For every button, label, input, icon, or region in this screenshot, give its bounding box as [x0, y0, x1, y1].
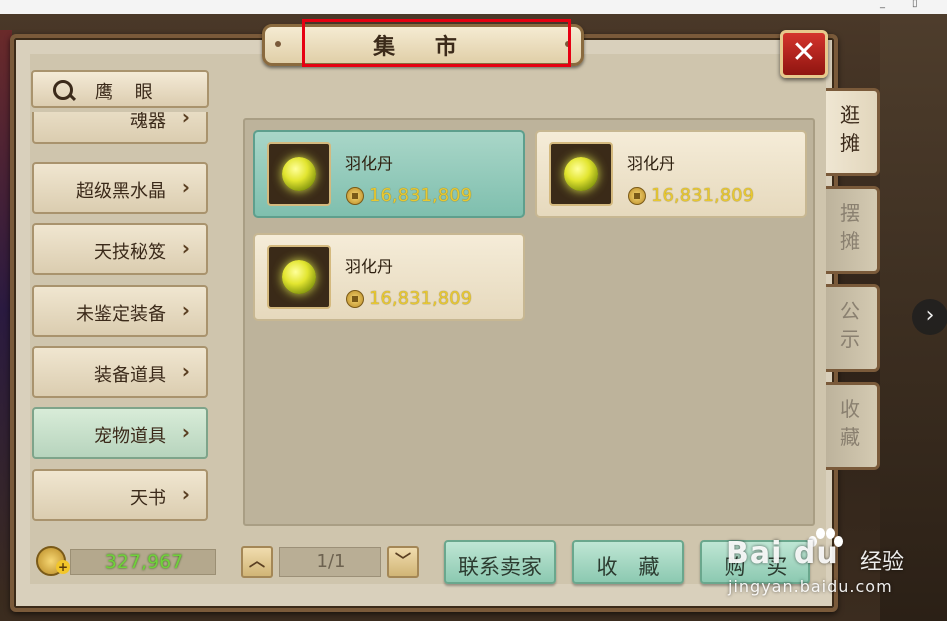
minimize-icon[interactable]: _	[880, 0, 885, 9]
item-name: 羽化丹	[627, 154, 676, 173]
page-text: 1/1	[316, 551, 346, 572]
coin-icon	[346, 290, 364, 308]
item-card[interactable]: 羽化丹 16,831,809	[253, 130, 525, 218]
item-name: 羽化丹	[345, 257, 394, 276]
item-name: 羽化丹	[345, 154, 394, 173]
tab-label: 收藏	[840, 397, 860, 449]
close-button[interactable]: ✕	[780, 30, 828, 78]
category-label: 魂器	[130, 112, 166, 132]
title-highlight-box	[302, 19, 571, 67]
yuhua-pill-icon	[564, 157, 598, 191]
tab-label: 公示	[840, 299, 860, 351]
chevron-right-icon: ›	[181, 482, 190, 506]
category-item[interactable]: 天技秘笈 ›	[32, 223, 208, 275]
chevron-right-icon: ›	[181, 298, 190, 322]
next-arrow-button[interactable]: ›	[912, 299, 947, 335]
page-down-button[interactable]: ﹀	[387, 546, 419, 578]
item-icon	[267, 142, 331, 206]
tab-label: 摆摊	[840, 201, 860, 253]
yuhua-pill-icon	[282, 260, 316, 294]
category-label: 装备道具	[94, 365, 166, 386]
button-label: 联系卖家	[458, 555, 542, 579]
category-item-active[interactable]: 宠物道具 ›	[32, 407, 208, 459]
category-label: 天书	[130, 488, 166, 509]
item-icon	[549, 142, 613, 206]
page-up-button[interactable]: ︿	[241, 546, 273, 578]
category-label: 超级黑水晶	[76, 181, 166, 202]
category-item[interactable]: 天书 ›	[32, 469, 208, 521]
tab-favorites[interactable]: 收藏	[826, 382, 880, 470]
watermark-url: jingyan.baidu.com	[728, 577, 893, 596]
search-button[interactable]: 鹰 眼	[31, 70, 209, 108]
category-item[interactable]: 超级黑水晶 ›	[32, 162, 208, 214]
maximize-icon[interactable]: ▯	[912, 0, 918, 9]
watermark-brand: Bai du	[726, 536, 839, 571]
category-label: 宠物道具	[94, 426, 166, 447]
item-card[interactable]: 羽化丹 16,831,809	[535, 130, 807, 218]
chevron-right-icon: ›	[181, 420, 190, 444]
category-label: 未鉴定装备	[76, 304, 166, 325]
item-price: 16,831,809	[369, 288, 473, 309]
baidu-watermark: Bai du 经验 jingyan.baidu.com	[726, 528, 941, 600]
item-card[interactable]: 羽化丹 16,831,809	[253, 233, 525, 321]
wallet-display: 327,967	[70, 549, 216, 575]
category-item[interactable]: 魂器 ›	[32, 112, 208, 144]
button-label: 收 藏	[596, 555, 660, 579]
tab-label: 逛摊	[840, 103, 860, 155]
add-currency-button[interactable]: +	[56, 560, 70, 574]
tab-browse-stalls[interactable]: 逛摊	[826, 88, 880, 176]
item-icon	[267, 245, 331, 309]
item-price: 16,831,809	[651, 185, 755, 206]
contact-seller-button[interactable]: 联系卖家	[444, 540, 556, 584]
chevron-right-icon: ›	[181, 359, 190, 383]
chevron-right-icon: ›	[181, 175, 190, 199]
category-item[interactable]: 未鉴定装备 ›	[32, 285, 208, 337]
chevron-right-icon: ›	[181, 236, 190, 260]
item-price: 16,831,809	[369, 185, 473, 206]
watermark-product: 经验	[860, 550, 905, 575]
search-icon	[53, 80, 73, 100]
browser-top-strip: _ ▯	[0, 0, 947, 14]
category-item[interactable]: 装备道具 ›	[32, 346, 208, 398]
search-label: 鹰 眼	[95, 82, 161, 103]
category-label: 天技秘笈	[94, 242, 166, 263]
coin-icon	[628, 187, 646, 205]
tab-set-up-stall[interactable]: 摆摊	[826, 186, 880, 274]
category-list[interactable]: 魂器 › 超级黑水晶 › 天技秘笈 › 未鉴定装备 › 装备道具 › 宠物道具 …	[30, 112, 212, 524]
page-indicator: 1/1	[279, 547, 381, 577]
favorite-button[interactable]: 收 藏	[572, 540, 684, 584]
wallet-amount: 327,967	[104, 551, 184, 573]
goods-grid: 羽化丹 16,831,809 羽化丹 16,831,809 羽化丹 16,831…	[243, 118, 815, 526]
yuhua-pill-icon	[282, 157, 316, 191]
coin-icon	[346, 187, 364, 205]
chevron-right-icon: ›	[181, 112, 190, 129]
tab-announcement[interactable]: 公示	[826, 284, 880, 372]
